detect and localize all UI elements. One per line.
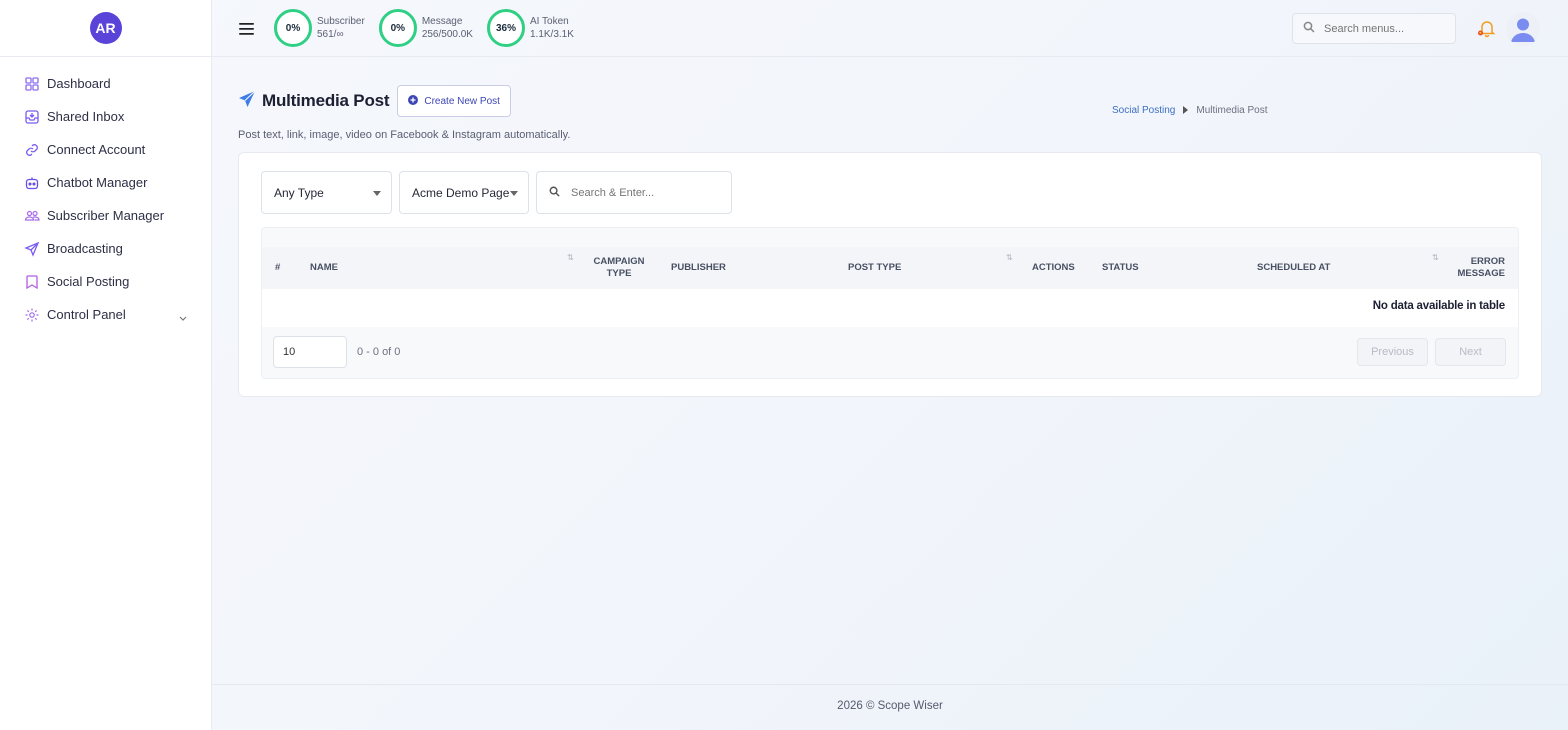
sidebar-item-broadcasting[interactable]: Broadcasting <box>0 232 211 265</box>
chevron-right-icon <box>1183 105 1189 116</box>
page-select-value: Acme Demo Page <box>412 185 510 200</box>
page-select[interactable]: Acme Demo Page <box>399 171 529 214</box>
col-campaign-type[interactable]: CAMPAIGN TYPE <box>593 256 645 280</box>
col-campaign-type-line2: TYPE <box>606 268 632 279</box>
stat-value: 561/∞ <box>317 29 344 40</box>
next-page-button[interactable]: Next <box>1435 338 1506 366</box>
chevron-down-icon[interactable] <box>179 310 187 325</box>
posts-card: Any Type Acme Demo Page # NAME ⇅ CAMPAIG… <box>238 152 1542 397</box>
sort-icon[interactable]: ⇅ <box>1432 253 1439 262</box>
sidebar-item-label: Shared Inbox <box>47 109 125 124</box>
sidebar-item-connect-account[interactable]: Connect Account <box>0 133 211 166</box>
previous-page-button[interactable]: Previous <box>1357 338 1428 366</box>
sort-icon[interactable]: ⇅ <box>1006 253 1013 262</box>
sidebar-item-social-posting[interactable]: Social Posting <box>0 265 211 298</box>
link-icon <box>24 142 40 158</box>
sidebar-item-dashboard[interactable]: Dashboard <box>0 67 211 100</box>
sidebar: AR Dashboard Shared Inbox Connect Accoun… <box>0 0 212 730</box>
post-type-select[interactable]: Any Type <box>261 171 392 214</box>
search-icon <box>549 184 560 202</box>
breadcrumb-social-posting[interactable]: Social Posting <box>1112 105 1175 116</box>
gear-icon <box>24 307 40 323</box>
menu-toggle-icon[interactable] <box>239 22 254 35</box>
page-length-input[interactable] <box>273 336 347 368</box>
inbox-icon <box>24 109 40 125</box>
breadcrumb: Social Posting Multimedia Post <box>1112 105 1268 116</box>
bot-icon <box>24 175 40 191</box>
stat-label: Message <box>421 16 463 27</box>
col-name[interactable]: NAME <box>310 262 338 274</box>
topbar: 0% Subscriber 561/∞ 0% Message 256/500.0… <box>212 0 1568 57</box>
col-post-type[interactable]: POST TYPE <box>848 262 901 274</box>
caret-down-icon <box>510 191 518 196</box>
stat-label: AI Token <box>529 16 569 27</box>
brand-avatar[interactable]: AR <box>89 12 122 44</box>
search-icon <box>1303 20 1315 38</box>
filter-bar: Any Type Acme Demo Page <box>261 171 732 214</box>
stat-label: Subscriber <box>317 16 365 27</box>
create-new-post-button[interactable]: Create New Post <box>397 85 511 117</box>
posts-table: # NAME ⇅ CAMPAIGN TYPE PUBLISHER POST TY… <box>261 227 1519 379</box>
post-search-input[interactable] <box>571 186 721 199</box>
empty-table-message: No data available in table <box>1372 300 1505 312</box>
users-icon <box>24 208 40 224</box>
send-icon <box>24 241 40 257</box>
page-subtitle: Post text, link, image, video on Faceboo… <box>238 129 571 141</box>
subscriber-progress-ring: 0% <box>274 9 312 47</box>
stat-value: 1.1K/3.1K <box>529 29 574 40</box>
ai-token-progress-ring: 36% <box>486 9 525 47</box>
col-scheduled-at[interactable]: SCHEDULED AT <box>1257 262 1330 274</box>
page-header: Multimedia Post Create New Post Post tex… <box>238 85 570 141</box>
col-error-message-line1: ERROR <box>1470 256 1505 267</box>
sidebar-item-label: Dashboard <box>47 76 111 91</box>
footer-copyright: 2026 © Scope Wiser <box>837 699 943 712</box>
sidebar-item-chatbot-manager[interactable]: Chatbot Manager <box>0 166 211 199</box>
col-publisher[interactable]: PUBLISHER <box>671 262 726 274</box>
bookmark-icon <box>24 274 40 290</box>
table-header: # NAME ⇅ CAMPAIGN TYPE PUBLISHER POST TY… <box>262 247 1518 289</box>
page-footer: 2026 © Scope Wiser <box>212 684 1568 726</box>
caret-down-icon <box>373 191 381 196</box>
menu-search-input[interactable] <box>1324 22 1444 35</box>
post-search-box <box>536 171 732 214</box>
stat-subscriber: 0% Subscriber 561/∞ <box>274 9 365 47</box>
sidebar-item-subscriber-manager[interactable]: Subscriber Manager <box>0 199 211 232</box>
col-index[interactable]: # <box>275 262 280 274</box>
paper-plane-icon <box>238 90 256 113</box>
sidebar-item-control-panel[interactable]: Control Panel <box>0 298 211 331</box>
sidebar-nav: Dashboard Shared Inbox Connect Account C… <box>0 57 211 331</box>
bell-icon[interactable] <box>1477 18 1497 38</box>
table-empty-row: No data available in table <box>262 289 1518 327</box>
col-campaign-type-line1: CAMPAIGN <box>593 256 645 267</box>
col-error-message[interactable]: ERROR MESSAGE <box>1457 256 1505 280</box>
plus-circle-icon <box>408 94 419 108</box>
menu-search-box <box>1292 13 1456 44</box>
table-footer: 0 - 0 of 0 Previous Next <box>262 327 1518 379</box>
stat-message: 0% Message 256/500.0K <box>378 9 473 47</box>
dashboard-icon <box>24 76 40 92</box>
create-new-post-label: Create New Post <box>424 95 500 107</box>
sidebar-item-shared-inbox[interactable]: Shared Inbox <box>0 100 211 133</box>
sidebar-item-label: Social Posting <box>47 274 130 289</box>
pagination-range: 0 - 0 of 0 <box>357 346 401 358</box>
sidebar-brand: AR <box>0 0 211 57</box>
col-actions[interactable]: ACTIONS <box>1032 262 1075 274</box>
sort-icon[interactable]: ⇅ <box>567 253 574 262</box>
sidebar-item-label: Connect Account <box>47 142 146 157</box>
page-title: Multimedia Post <box>262 91 390 110</box>
user-avatar[interactable] <box>1506 12 1540 46</box>
sidebar-item-label: Chatbot Manager <box>47 175 148 190</box>
message-progress-ring: 0% <box>378 9 417 47</box>
sidebar-item-label: Broadcasting <box>47 241 123 256</box>
col-status[interactable]: STATUS <box>1102 262 1139 274</box>
breadcrumb-current: Multimedia Post <box>1196 105 1268 116</box>
sidebar-item-label: Subscriber Manager <box>47 208 165 223</box>
post-type-select-value: Any Type <box>274 185 324 200</box>
sidebar-item-label: Control Panel <box>47 307 126 322</box>
col-error-message-line2: MESSAGE <box>1457 268 1505 279</box>
stat-ai-token: 36% AI Token 1.1K/3.1K <box>486 9 574 47</box>
stat-value: 256/500.0K <box>421 29 473 40</box>
